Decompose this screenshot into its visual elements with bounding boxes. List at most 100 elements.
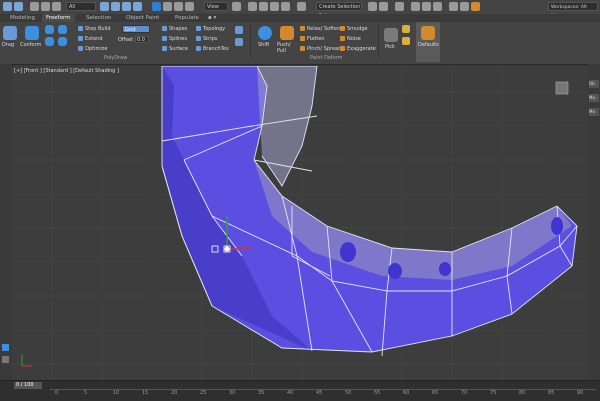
extend-button[interactable]: Extend (78, 36, 103, 42)
smudge-button[interactable]: Smudge (340, 26, 368, 32)
select-rotate-icon[interactable] (163, 2, 172, 11)
command-panel-tab-1[interactable]: Ob (589, 80, 599, 88)
material-editor-icon[interactable] (433, 2, 442, 11)
select-by-name-icon[interactable] (111, 2, 120, 11)
splines-button[interactable]: Splines (162, 36, 187, 42)
viewport-front[interactable] (12, 66, 588, 380)
ribbon-divider (250, 24, 251, 58)
render-setup-icon[interactable] (449, 2, 458, 11)
strips-button[interactable]: Strips (196, 36, 217, 42)
snaps-toggle-icon[interactable] (248, 2, 257, 11)
conform-brush-icon[interactable] (45, 25, 54, 34)
conform-label[interactable]: Conform (20, 42, 41, 48)
tab-object-paint[interactable]: Object Paint (126, 14, 159, 22)
pick-label[interactable]: Pick (385, 44, 395, 50)
push-pull-label[interactable]: Push/ Pull (277, 42, 297, 54)
command-panel-tab-2[interactable]: Mo (589, 94, 599, 102)
curved-mesh-object[interactable] (162, 66, 577, 352)
render-icon[interactable] (471, 2, 480, 11)
branches-icon (196, 46, 201, 51)
shift-icon[interactable] (258, 26, 272, 40)
angle-snap-icon[interactable] (259, 2, 268, 11)
drag-icon[interactable] (3, 26, 17, 40)
pivot-center-icon[interactable] (232, 2, 241, 11)
timeline-tick-label: 45 (316, 390, 323, 396)
timeline-tick-label: 55 (374, 390, 381, 396)
schematic-view-icon[interactable] (422, 2, 431, 11)
timeline-tick-label: 30 (229, 390, 236, 396)
link-icon[interactable] (30, 2, 39, 11)
viewport-canvas[interactable] (12, 66, 588, 380)
pinch-spread-button[interactable]: Pinch/ Spread (300, 46, 341, 52)
strips-icon (196, 36, 201, 41)
polydraw-extra-2-icon[interactable] (235, 38, 243, 46)
pick-icon[interactable] (384, 28, 398, 42)
workspace-dropdown[interactable]: Workspaces: Alt Menu (548, 2, 598, 19)
viewport-label[interactable]: [+] [Front ] [Standard ] [Default Shadin… (14, 68, 119, 74)
conform-brush-3-icon[interactable] (45, 37, 54, 46)
shapes-button[interactable]: Shapes (162, 26, 187, 32)
tab-selection[interactable]: Selection (86, 14, 111, 22)
window-crossing-icon[interactable] (133, 2, 142, 11)
select-scale-icon[interactable] (174, 2, 183, 11)
align-icon[interactable] (379, 2, 388, 11)
viewport-layout-icon[interactable] (2, 344, 9, 351)
shift-label[interactable]: Shift (258, 42, 269, 48)
conform-brush-2-icon[interactable] (58, 25, 67, 34)
placement-icon[interactable] (185, 2, 194, 11)
spinner-snap-icon[interactable] (281, 2, 290, 11)
timeline[interactable] (0, 380, 600, 401)
drag-label[interactable]: Drag (2, 42, 14, 48)
push-pull-icon[interactable] (280, 26, 294, 40)
select-move-icon[interactable] (152, 2, 161, 11)
reference-coordinate-dropdown[interactable]: View (204, 2, 228, 11)
percent-snap-icon[interactable] (270, 2, 279, 11)
timeline-tick-label: 85 (548, 390, 555, 396)
render-frame-icon[interactable] (460, 2, 469, 11)
flatten-button[interactable]: Flatten (300, 36, 325, 42)
ribbon-options-icon[interactable]: ▪ ▾ (208, 14, 216, 22)
rectangular-selection-icon[interactable] (122, 2, 131, 11)
relax-soften-icon (300, 26, 305, 31)
exaggerate-button[interactable]: Exaggerate (340, 46, 376, 52)
timeline-tick-label: 35 (258, 390, 265, 396)
selection-filter-dropdown[interactable]: All (66, 2, 96, 11)
redo-icon[interactable] (14, 2, 23, 11)
relax-soften-button[interactable]: Relax/ Soften (300, 26, 340, 32)
select-object-icon[interactable] (100, 2, 109, 11)
optimize-button[interactable]: Optimize (78, 46, 107, 52)
brush-falloff-icon[interactable] (402, 37, 410, 45)
viewport-config-icon[interactable] (2, 356, 9, 363)
viewcube-icon[interactable] (555, 81, 569, 95)
timeline-tick-label: 50 (345, 390, 352, 396)
layer-explorer-icon[interactable] (395, 2, 404, 11)
offset-input[interactable]: 0.0 (135, 36, 149, 43)
bind-spacewarp-icon[interactable] (52, 2, 61, 11)
mirror-icon[interactable] (368, 2, 377, 11)
branches-button[interactable]: BranchTex (196, 46, 229, 52)
conform-brush-4-icon[interactable] (58, 37, 67, 46)
unlink-icon[interactable] (41, 2, 50, 11)
tab-modeling[interactable]: Modeling (10, 14, 35, 22)
command-panel-tab-3[interactable]: Mo (589, 108, 599, 116)
optimize-icon (78, 46, 83, 51)
tab-freeform[interactable]: Freeform (42, 14, 75, 22)
curve-editor-icon[interactable] (411, 2, 420, 11)
timeline-tick-label: 60 (403, 390, 410, 396)
undo-icon[interactable] (3, 2, 12, 11)
topology-icon (196, 26, 201, 31)
draw-on-dropdown[interactable]: Grid (122, 25, 150, 33)
brush-settings-icon[interactable] (402, 25, 410, 33)
surface-button[interactable]: Surface (162, 46, 188, 52)
tab-populate[interactable]: Populate (175, 14, 199, 22)
step-build-button[interactable]: Step Build (78, 26, 111, 32)
topology-button[interactable]: Topology (196, 26, 225, 32)
polydraw-extra-icon[interactable] (235, 26, 243, 34)
conform-icon[interactable] (25, 26, 39, 40)
time-slider[interactable]: 0 / 100 (14, 382, 42, 389)
splines-icon (162, 36, 167, 41)
edit-named-selection-icon[interactable] (297, 2, 306, 11)
named-selection-dropdown[interactable]: Create Selection Set (316, 2, 362, 19)
noise-button[interactable]: Noise (340, 36, 361, 42)
noise-icon (340, 36, 345, 41)
